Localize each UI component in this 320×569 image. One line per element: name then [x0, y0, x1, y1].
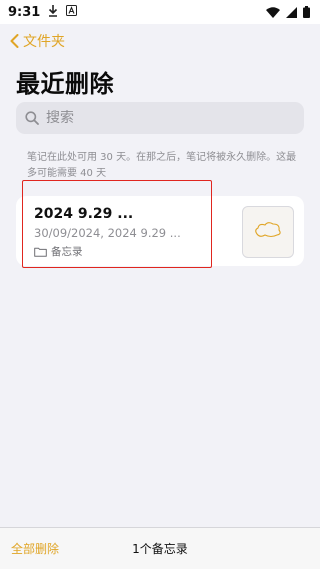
download-icon	[48, 4, 58, 20]
note-thumbnail	[242, 206, 294, 258]
delete-all-button[interactable]: 全部删除	[11, 540, 59, 557]
status-bar-left: 9:31	[8, 4, 78, 20]
signal-icon	[286, 6, 297, 18]
search-icon	[25, 111, 39, 125]
back-button[interactable]: 文件夹	[10, 31, 65, 51]
search-input[interactable]	[46, 110, 286, 126]
chevron-left-icon	[10, 34, 19, 48]
status-time: 9:31	[8, 4, 41, 20]
back-label: 文件夹	[23, 34, 65, 50]
sketch-thumbnail-icon	[253, 220, 283, 244]
battery-icon	[303, 6, 310, 18]
page-title: 最近删除	[16, 70, 114, 98]
a-icon	[66, 5, 78, 19]
bottom-toolbar: 1个备忘录 全部删除	[0, 527, 320, 569]
status-bar-right	[266, 6, 310, 18]
highlight-annotation	[22, 180, 212, 268]
search-bar[interactable]	[16, 102, 304, 134]
deletion-notice: 笔记在此处可用 30 天。在那之后，笔记将被永久删除。这最多可能需要 40 天	[27, 152, 297, 179]
wifi-icon	[266, 6, 280, 18]
status-bar: 9:31	[0, 0, 320, 24]
